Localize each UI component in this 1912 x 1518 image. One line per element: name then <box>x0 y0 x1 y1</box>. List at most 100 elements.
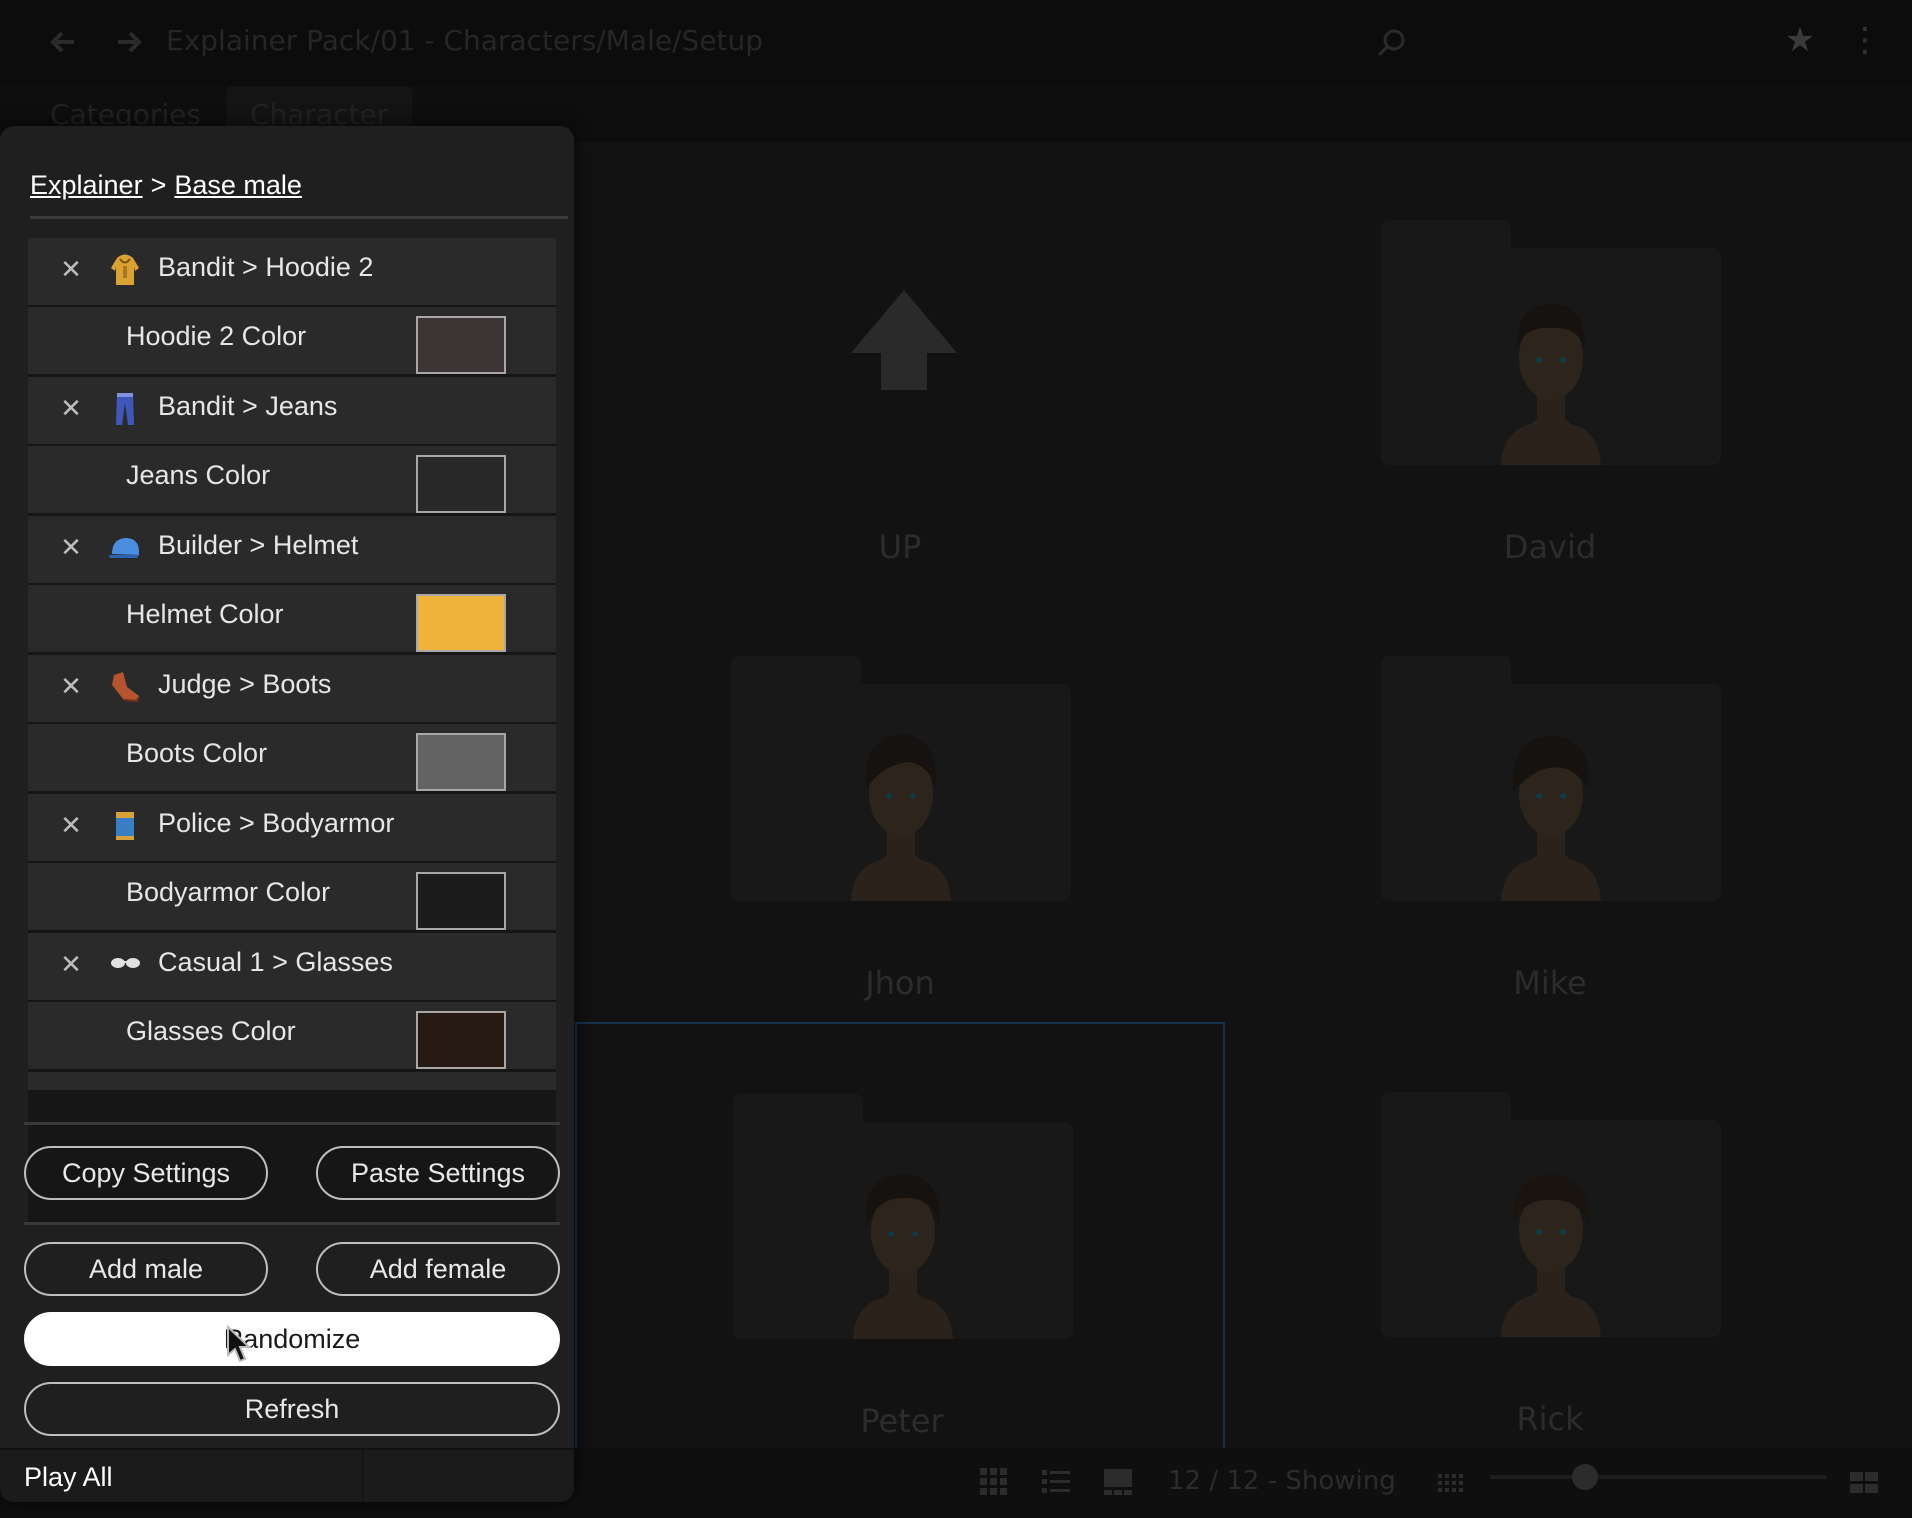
color-swatch[interactable] <box>416 455 506 513</box>
color-swatch[interactable] <box>416 316 506 374</box>
color-label: Glasses Color <box>126 1016 296 1046</box>
jeans-icon <box>116 393 134 425</box>
color-swatch[interactable] <box>416 1011 506 1069</box>
folder-icon <box>1381 220 1721 465</box>
arrow-right-icon[interactable] <box>108 22 148 62</box>
grid-item-up[interactable]: UP <box>575 150 1225 586</box>
divider <box>24 1122 560 1125</box>
remove-item-button[interactable]: ✕ <box>54 530 88 566</box>
character-thumbnail <box>1501 735 1601 901</box>
breadcrumb-link-explainer[interactable]: Explainer <box>30 170 143 200</box>
color-setting-row: Helmet Color <box>28 585 556 652</box>
grid-item-label: Peter <box>860 1402 944 1440</box>
item-label: Casual 1 > Glasses <box>158 947 393 977</box>
play-all-bar: Play All <box>0 1448 574 1502</box>
color-label: Helmet Color <box>126 599 284 629</box>
grid-item-folder[interactable]: Jhon <box>575 586 1225 1022</box>
outfit-item-row: ✕ Police > Bodyarmor <box>28 794 556 861</box>
outfit-item-row: ✕ Bandit > Hoodie 2 <box>28 238 556 305</box>
paste-settings-button[interactable]: Paste Settings <box>316 1146 560 1200</box>
grid-item-label: UP <box>878 528 922 566</box>
outfit-item-row: ✕ Bandit > Jeans <box>28 377 556 444</box>
character-settings-panel: Explainer > Base male ✕ Bandit > Hoodie 2 … <box>0 126 574 1502</box>
play-all-button[interactable]: Play All <box>24 1462 113 1493</box>
item-label: Judge > Boots <box>158 669 332 699</box>
outfit-item-row: ✕ Judge > Boots <box>28 655 556 722</box>
item-label: Bandit > Hoodie 2 <box>158 252 374 282</box>
folder-icon <box>1381 1092 1721 1337</box>
color-setting-row: Jeans Color <box>28 446 556 513</box>
folder-icon <box>1381 656 1721 901</box>
copy-settings-button[interactable]: Copy Settings <box>24 1146 268 1200</box>
grid-item-label: David <box>1503 528 1597 566</box>
outfit-items-list[interactable]: ✕ Bandit > Hoodie 2 Hoodie 2 Color ✕ Ban… <box>28 238 556 1222</box>
arrow-left-icon[interactable] <box>44 22 84 62</box>
folder-grid: UP David Jhon Mike Peter Rick <box>575 150 1875 1458</box>
add-female-button[interactable]: Add female <box>316 1242 560 1296</box>
divider <box>30 216 568 219</box>
remove-item-button[interactable]: ✕ <box>54 947 88 983</box>
divider <box>24 1222 560 1225</box>
remove-item-button[interactable]: ✕ <box>54 669 88 705</box>
zoom-slider-track[interactable] <box>1490 1475 1826 1479</box>
refresh-button[interactable]: Refresh <box>24 1382 560 1436</box>
color-swatch[interactable] <box>416 594 506 652</box>
character-thumbnail <box>853 1174 953 1339</box>
item-label: Bandit > Jeans <box>158 391 338 421</box>
breadcrumb: Explainer > Base male <box>30 170 302 201</box>
up-arrow-icon <box>851 290 957 390</box>
folder-icon <box>731 656 1071 901</box>
list-view-icon[interactable] <box>1040 1466 1072 1498</box>
character-thumbnail <box>1501 1174 1601 1337</box>
thumbnail-view-icon[interactable] <box>1102 1466 1134 1498</box>
kebab-menu-icon[interactable]: ⋮ <box>1848 20 1882 64</box>
folder-icon <box>733 1094 1073 1339</box>
top-bar: Explainer Pack/01 - Characters/Male/Setu… <box>0 0 1912 86</box>
color-label: Jeans Color <box>126 460 271 490</box>
color-label: Boots Color <box>126 738 268 768</box>
hoodie-icon <box>111 254 139 285</box>
remove-item-button[interactable]: ✕ <box>54 252 88 288</box>
list-end-row <box>28 1072 556 1090</box>
breadcrumb-link-base-male[interactable]: Base male <box>174 170 302 200</box>
star-icon[interactable]: ★ <box>1780 20 1820 60</box>
grid-view-icon[interactable] <box>978 1466 1010 1498</box>
outfit-item-row: ✕ Casual 1 > Glasses <box>28 933 556 1000</box>
item-count: 12 / 12 - Showing <box>1168 1466 1396 1496</box>
glasses-icon <box>111 958 140 968</box>
color-label: Hoodie 2 Color <box>126 321 307 351</box>
bodyarmor-icon <box>116 812 134 840</box>
helmet-icon <box>109 538 139 558</box>
breadcrumb-separator: > <box>150 170 167 200</box>
grid-item-label: Rick <box>1516 1400 1584 1438</box>
remove-item-button[interactable]: ✕ <box>54 391 88 427</box>
grid-item-label: Mike <box>1513 964 1587 1002</box>
zoom-slider-handle[interactable] <box>1572 1464 1598 1490</box>
grid-item-folder[interactable]: David <box>1225 150 1875 586</box>
large-thumbnails-icon[interactable] <box>1848 1466 1880 1498</box>
color-setting-row: Boots Color <box>28 724 556 791</box>
boots-icon <box>112 672 139 703</box>
color-setting-row: Glasses Color <box>28 1002 556 1069</box>
search-icon[interactable] <box>1372 24 1412 64</box>
item-label: Builder > Helmet <box>158 530 359 560</box>
grid-item-label: Jhon <box>865 964 935 1002</box>
divider <box>362 1450 364 1502</box>
randomize-button[interactable]: Randomize <box>24 1312 560 1366</box>
outfit-item-row: ✕ Builder > Helmet <box>28 516 556 583</box>
item-label: Police > Bodyarmor <box>158 808 395 838</box>
add-male-button[interactable]: Add male <box>24 1242 268 1296</box>
remove-item-button[interactable]: ✕ <box>54 808 88 844</box>
grid-item-folder-selected[interactable]: Peter <box>575 1022 1225 1458</box>
color-label: Bodyarmor Color <box>126 877 331 907</box>
color-swatch[interactable] <box>416 733 506 791</box>
character-thumbnail <box>851 734 951 901</box>
character-thumbnail <box>1501 304 1601 465</box>
grid-item-folder[interactable]: Mike <box>1225 586 1875 1022</box>
small-thumbnails-icon[interactable] <box>1436 1466 1468 1498</box>
color-swatch[interactable] <box>416 872 506 930</box>
folder-path: Explainer Pack/01 - Characters/Male/Setu… <box>166 24 764 57</box>
color-setting-row: Hoodie 2 Color <box>28 307 556 374</box>
grid-item-folder[interactable]: Rick <box>1225 1022 1875 1458</box>
color-setting-row: Bodyarmor Color <box>28 863 556 930</box>
